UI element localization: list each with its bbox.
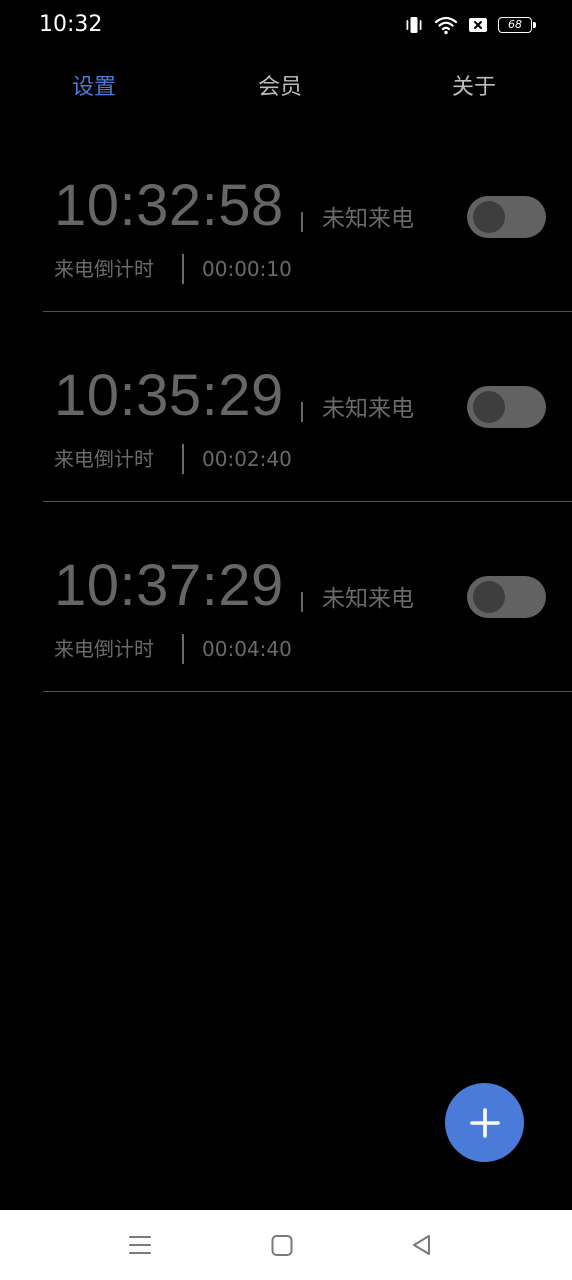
toggle-knob [473,391,505,423]
home-icon[interactable] [267,1230,297,1260]
alarm-separator [301,592,303,612]
plus-icon [469,1107,500,1138]
battery-icon: 68 [498,17,536,33]
alarm-caller: 未知来电 [322,586,414,612]
status-icons: 68 [404,14,536,36]
alarm-item[interactable]: 10:32:58 未知来电 来电倒计时 00:00:10 [43,122,572,312]
alarm-separator [301,402,303,422]
status-time: 10:32 [39,12,103,37]
alarm-divider [182,634,184,664]
alarm-toggle[interactable] [467,576,546,618]
wifi-icon [434,16,458,35]
vibrate-icon [406,17,422,33]
alarm-divider [182,444,184,474]
system-nav-bar [0,1210,572,1280]
alarm-label: 来电倒计时 [54,257,154,281]
alarm-label: 来电倒计时 [54,447,154,471]
alarm-countdown: 00:02:40 [202,447,292,471]
alarm-separator [301,212,303,232]
back-icon[interactable] [407,1230,437,1260]
battery-level: 68 [508,18,522,31]
add-alarm-button[interactable] [445,1083,524,1162]
alarm-toggle[interactable] [467,386,546,428]
alarm-caller: 未知来电 [322,396,414,422]
tab-settings[interactable]: 设置 [72,68,116,108]
alarm-list: 10:32:58 未知来电 来电倒计时 00:00:10 10:35:29 未知… [0,122,572,692]
toggle-knob [473,201,505,233]
alarm-time: 10:35:29 [54,363,284,428]
alarm-caller: 未知来电 [322,206,414,232]
alarm-countdown: 00:04:40 [202,637,292,661]
top-tabs: 设置 会员 关于 [0,68,572,108]
alarm-time: 10:37:29 [54,553,284,618]
alarm-label: 来电倒计时 [54,637,154,661]
alarm-divider [182,254,184,284]
tab-about[interactable]: 关于 [452,68,496,108]
menu-icon[interactable] [125,1230,155,1260]
alarm-item[interactable]: 10:35:29 未知来电 来电倒计时 00:02:40 [43,312,572,502]
toggle-knob [473,581,505,613]
status-bar: 10:32 68 [0,0,572,52]
alarm-time: 10:32:58 [54,173,284,238]
sim-blocked-icon [469,18,487,32]
alarm-toggle[interactable] [467,196,546,238]
alarm-countdown: 00:00:10 [202,257,292,281]
tab-membership[interactable]: 会员 [258,68,302,108]
alarm-item[interactable]: 10:37:29 未知来电 来电倒计时 00:04:40 [43,502,572,692]
